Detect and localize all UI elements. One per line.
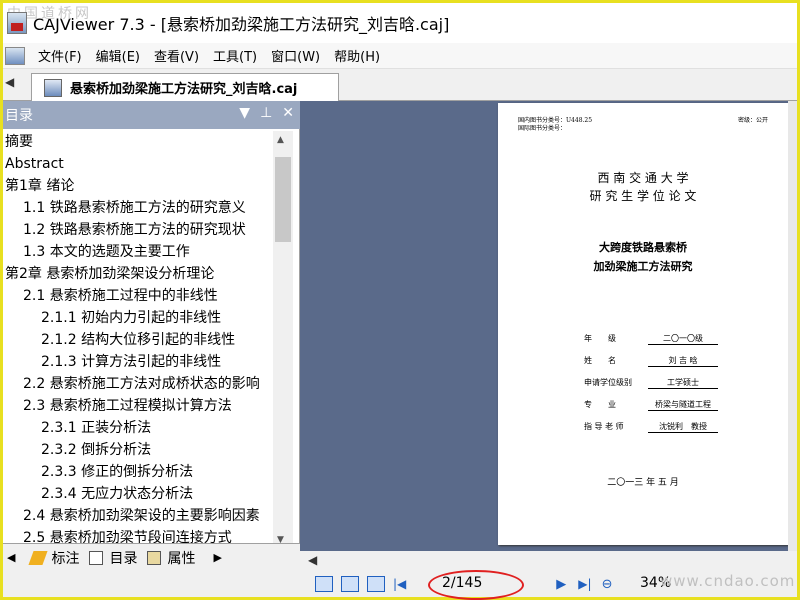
tab-properties[interactable]: 属性 (147, 548, 195, 568)
thesis-title-line2: 加劲梁施工方法研究 (593, 260, 693, 273)
viewer-scrollbar[interactable] (788, 101, 797, 551)
tab-annotation[interactable]: 标注 (28, 548, 80, 568)
toc-header: 目录 ▼ ⊥ ✕ (3, 101, 300, 129)
toc-item[interactable]: 2.3.1 正装分析法 (3, 417, 271, 439)
toc-item[interactable]: 2.4 悬索桥加劲梁架设的主要影响因素 (3, 505, 271, 527)
menu-edit[interactable]: 编辑(E) (89, 46, 147, 65)
menu-bar: 文件(F) 编辑(E) 查看(V) 工具(T) 窗口(W) 帮助(H) (3, 43, 797, 69)
class-intl: 国际图书分类号： (518, 125, 567, 132)
toc-item[interactable]: 2.1.3 计算方法引起的非线性 (3, 351, 271, 373)
scroll-left-icon[interactable]: ◀ (308, 553, 317, 567)
single-page-view-button[interactable] (315, 576, 333, 592)
field-value: 工学硕士 (648, 377, 718, 389)
viewer-hscrollbar[interactable]: ◀ (300, 551, 797, 571)
field-value: 沈锐利 教授 (648, 421, 718, 433)
toc-item[interactable]: 2.3.4 无应力状态分析法 (3, 483, 271, 505)
doc-menu-icon[interactable] (5, 46, 25, 65)
thesis-date: 二〇一三 年 五 月 (607, 478, 679, 488)
tab-properties-label: 属性 (167, 550, 196, 567)
two-page-view-button[interactable] (367, 576, 385, 592)
field-label: 指 导 老 师 (584, 422, 624, 431)
toc-item[interactable]: Abstract (3, 153, 271, 175)
tab-toc-label: 目录 (109, 550, 138, 567)
toc-scrollbar[interactable]: ▲ ▼ (273, 131, 293, 551)
caj-file-icon (44, 78, 62, 97)
last-page-icon[interactable]: ▶| (578, 577, 591, 591)
zoom-out-icon[interactable]: ⊖ (602, 577, 613, 592)
tab-document-label: 悬索桥加劲梁施工方法研究_刘吉晗.caj (70, 82, 298, 97)
field-label: 姓 名 (584, 356, 616, 365)
pin-icon[interactable]: ⊥ (260, 105, 272, 121)
toc-panel: 目录 ▼ ⊥ ✕ 摘要 Abstract 第1章 绪论 1.1 铁路悬索桥施工方… (3, 101, 300, 571)
app-icon[interactable] (7, 12, 27, 34)
field-value: 桥梁与隧道工程 (648, 399, 718, 411)
field-value: 二〇一〇级 (648, 333, 718, 345)
field-label: 年 级 (584, 334, 616, 343)
dropdown-icon[interactable]: ▼ (239, 105, 250, 121)
toc-item[interactable]: 第2章 悬索桥加劲梁架设分析理论 (3, 263, 271, 285)
tabs-left-icon[interactable]: ◀ (7, 551, 15, 564)
toc-list: 摘要 Abstract 第1章 绪论 1.1 铁路悬索桥施工方法的研究意义 1.… (3, 131, 271, 551)
toc-item[interactable]: 2.1.2 结构大位移引起的非线性 (3, 329, 271, 351)
toc-scroll-thumb[interactable] (275, 157, 291, 242)
document-page: 国内图书分类号：U448.25 国际图书分类号： 密级：公开 西 南 交 通 大… (498, 103, 788, 545)
toc-item[interactable]: 2.3.2 倒拆分析法 (3, 439, 271, 461)
watermark-bottom: www.cndao.com (660, 572, 796, 590)
tab-annotation-label: 标注 (51, 550, 80, 567)
thesis-title-line1: 大跨度铁路悬索桥 (599, 241, 687, 254)
document-viewer[interactable]: 国内图书分类号：U448.25 国际图书分类号： 密级：公开 西 南 交 通 大… (300, 101, 797, 551)
properties-icon (147, 550, 162, 565)
secrecy-level: 密级：公开 (738, 117, 769, 124)
title-bar: 中国道桥网 CAJViewer 7.3 - [悬索桥加劲梁施工方法研究_刘吉晗.… (3, 3, 797, 43)
highlight-ellipse (428, 570, 524, 600)
toc-item[interactable]: 2.2 悬索桥施工方法对成桥状态的影响 (3, 373, 271, 395)
menu-window[interactable]: 窗口(W) (264, 46, 327, 65)
menu-help[interactable]: 帮助(H) (327, 46, 387, 65)
menu-view[interactable]: 查看(V) (147, 46, 206, 65)
tab-scroll-left-icon[interactable]: ◀ (5, 75, 14, 89)
toc-item[interactable]: 1.2 铁路悬索桥施工方法的研究现状 (3, 219, 271, 241)
field-label: 申请学位级别 (584, 378, 632, 387)
toc-item[interactable]: 2.3.3 修正的倒拆分析法 (3, 461, 271, 483)
next-page-icon[interactable]: ▶ (556, 577, 566, 592)
toc-item[interactable]: 1.1 铁路悬索桥施工方法的研究意义 (3, 197, 271, 219)
toc-item[interactable]: 摘要 (3, 131, 271, 153)
university-name: 西 南 交 通 大 学 (597, 171, 689, 185)
thesis-type: 研 究 生 学 位 论 文 (589, 189, 697, 203)
field-value: 刘 吉 晗 (648, 355, 718, 367)
first-page-icon[interactable]: |◀ (393, 577, 406, 591)
toc-bottom-tabs: ◀ 标注 目录 属性 ▶ (3, 543, 300, 571)
field-label: 专 业 (584, 400, 616, 409)
continuous-view-button[interactable] (341, 576, 359, 592)
toc-title: 目录 (5, 108, 33, 124)
tabs-right-icon[interactable]: ▶ (213, 551, 221, 564)
menu-file[interactable]: 文件(F) (31, 46, 89, 65)
document-tab-bar: ◀ 悬索桥加劲梁施工方法研究_刘吉晗.caj (3, 69, 797, 101)
close-icon[interactable]: ✕ (282, 105, 294, 121)
toc-item[interactable]: 第1章 绪论 (3, 175, 271, 197)
window-title: CAJViewer 7.3 - [悬索桥加劲梁施工方法研究_刘吉晗.caj] (33, 15, 450, 34)
tab-document[interactable]: 悬索桥加劲梁施工方法研究_刘吉晗.caj (31, 73, 339, 101)
tab-toc[interactable]: 目录 (89, 548, 137, 568)
pencil-icon (28, 550, 49, 565)
toc-item[interactable]: 2.1.1 初始内力引起的非线性 (3, 307, 271, 329)
toc-item[interactable]: 1.3 本文的选题及主要工作 (3, 241, 271, 263)
scroll-up-icon[interactable]: ▲ (277, 135, 284, 145)
menu-tools[interactable]: 工具(T) (206, 46, 264, 65)
toc-item[interactable]: 2.3 悬索桥施工过程模拟计算方法 (3, 395, 271, 417)
toc-item[interactable]: 2.1 悬索桥施工过程中的非线性 (3, 285, 271, 307)
toc-list-icon (89, 550, 104, 565)
